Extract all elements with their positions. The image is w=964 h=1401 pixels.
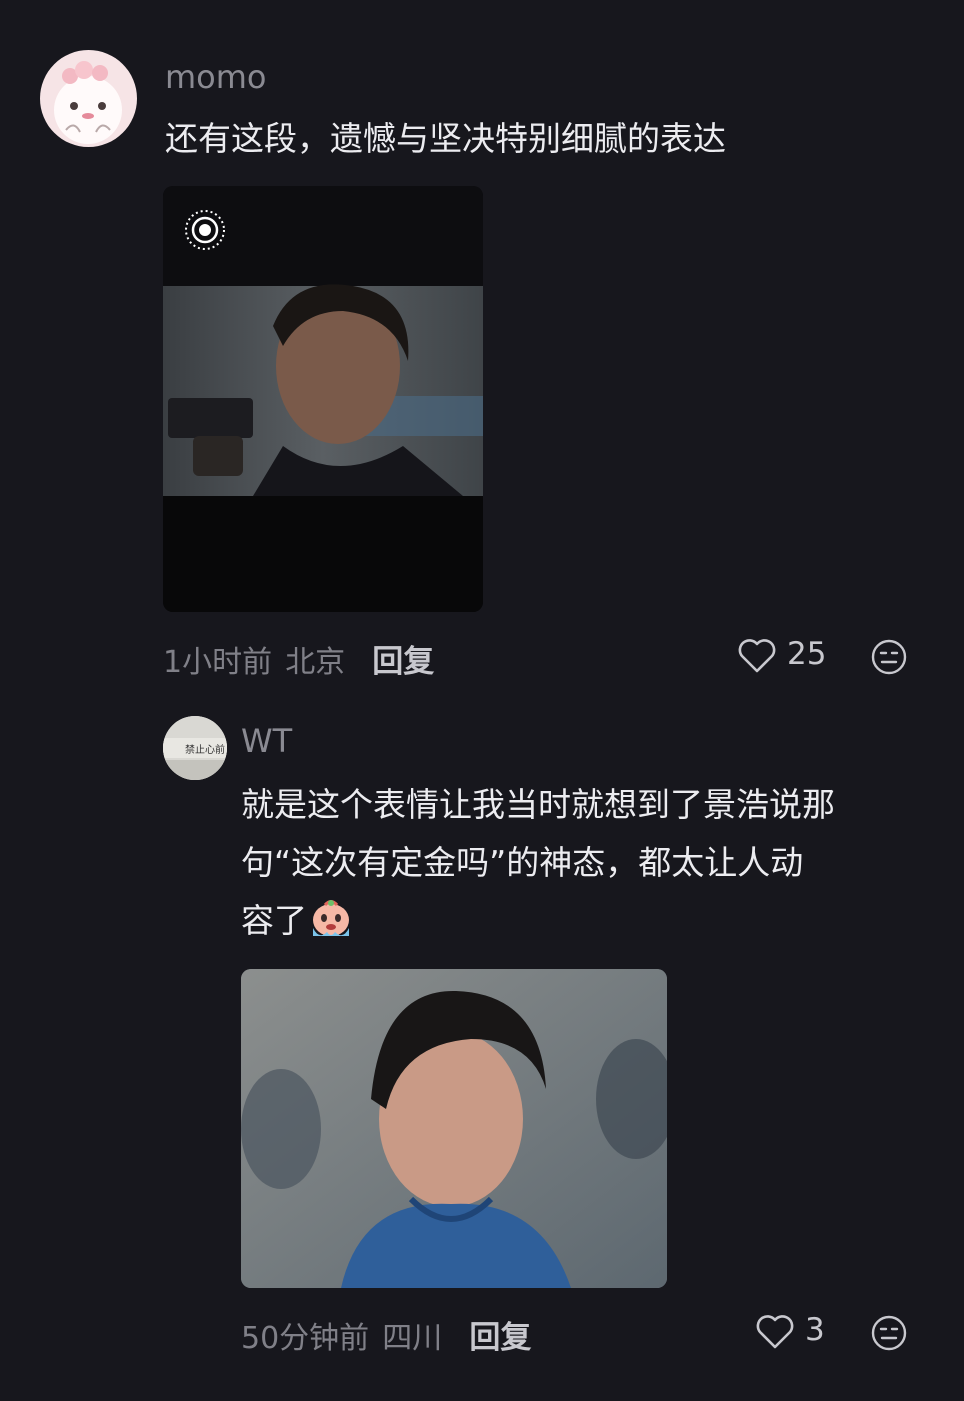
like-count: 25	[787, 636, 827, 672]
crying-emoji-icon	[309, 898, 353, 938]
username[interactable]: momo	[165, 58, 267, 96]
comment-meta: 1小时前 北京 回复	[163, 636, 434, 680]
reply-time: 50分钟前	[241, 1321, 370, 1356]
heart-icon	[737, 638, 777, 674]
reply-button[interactable]: 回复	[372, 644, 434, 680]
reply-username[interactable]: WT	[241, 722, 292, 760]
reply-like-count: 3	[805, 1312, 825, 1348]
reply-image[interactable]	[241, 969, 667, 1288]
emoji-reaction-icon[interactable]	[870, 1314, 908, 1352]
reply-reply-button[interactable]: 回复	[469, 1320, 531, 1356]
reply-text-line: 就是这个表情让我当时就想到了景浩说那	[241, 785, 835, 824]
reply-text-line: 容了	[241, 892, 835, 950]
heart-icon	[755, 1314, 795, 1350]
reply-location: 四川	[382, 1321, 443, 1356]
live-photo-icon[interactable]	[183, 208, 227, 252]
reply-text: 就是这个表情让我当时就想到了景浩说那 句“这次有定金吗”的神态，都太让人动 容了	[241, 776, 835, 950]
comment-image[interactable]	[163, 186, 483, 612]
reply-text-line: 句“这次有定金吗”的神态，都太让人动	[241, 843, 804, 882]
reply-meta: 50分钟前 四川 回复	[241, 1312, 531, 1356]
comment-location: 北京	[285, 645, 346, 680]
comment-text: 还有这段，遗憾与坚决特别细腻的表达	[165, 119, 726, 158]
emoji-reaction-icon[interactable]	[870, 638, 908, 676]
avatar[interactable]	[40, 50, 137, 147]
reply-avatar[interactable]: 禁止心前	[163, 716, 227, 780]
avatar-sign-text: 禁止心前	[185, 745, 225, 756]
comment-time: 1小时前	[163, 645, 273, 680]
